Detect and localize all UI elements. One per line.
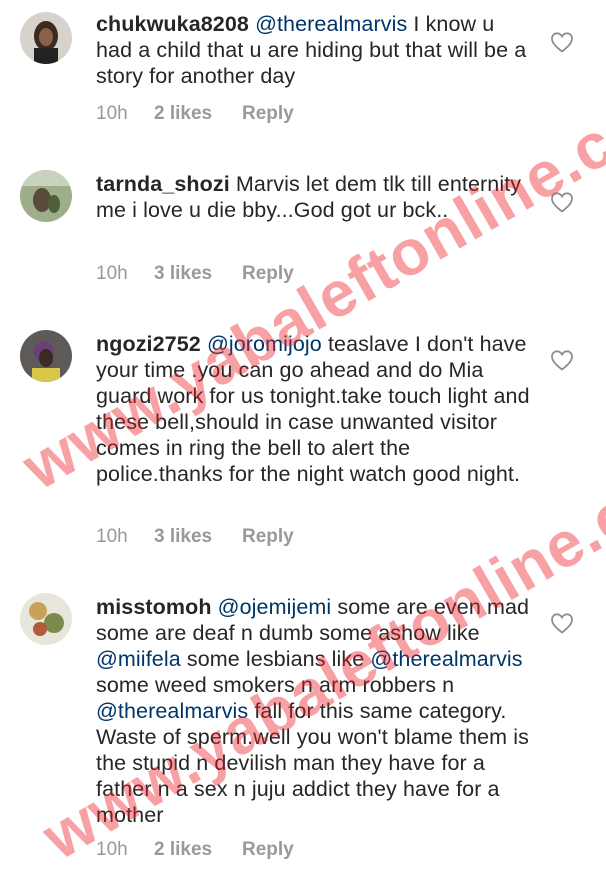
mention-link[interactable]: @miifela xyxy=(96,647,181,671)
heart-icon[interactable] xyxy=(550,31,574,53)
comment-body-text: some weed smokers n arm robbers n xyxy=(96,673,455,697)
likes-count[interactable]: 2 likes xyxy=(154,839,242,861)
comment-text: tarnda_shozi Marvis let dem tlk till ent… xyxy=(96,171,536,223)
comment-username[interactable]: misstomoh xyxy=(96,595,212,619)
mention-link[interactable]: @therealmarvis xyxy=(255,12,407,36)
comment-time: 10h xyxy=(96,263,128,284)
comment-time: 10h xyxy=(96,839,128,860)
avatar[interactable] xyxy=(20,330,72,382)
comment-username[interactable]: ngozi2752 xyxy=(96,332,201,356)
avatar[interactable] xyxy=(20,12,72,64)
avatar[interactable] xyxy=(20,593,72,645)
avatar[interactable] xyxy=(20,170,72,222)
comment-meta: 10h 3 likes Reply xyxy=(96,263,294,285)
reply-button[interactable]: Reply xyxy=(242,103,294,125)
likes-count[interactable]: 2 likes xyxy=(154,103,242,125)
mention-link[interactable]: @ojemijemi xyxy=(218,595,332,619)
heart-icon[interactable] xyxy=(550,612,574,634)
reply-button[interactable]: Reply xyxy=(242,526,294,548)
mention-link[interactable]: @therealmarvis xyxy=(370,647,522,671)
comment-meta: 10h 2 likes Reply xyxy=(96,103,294,125)
comment-username[interactable]: chukwuka8208 xyxy=(96,12,249,36)
mention-link[interactable]: @therealmarvis xyxy=(96,699,248,723)
comment-meta: 10h 3 likes Reply xyxy=(96,526,294,548)
comment-time: 10h xyxy=(96,526,128,547)
comment-username[interactable]: tarnda_shozi xyxy=(96,172,230,196)
reply-button[interactable]: Reply xyxy=(242,839,294,861)
comment-body-text: some lesbians like xyxy=(180,647,371,671)
comment-text: misstomoh @ojemijemi some are even mad s… xyxy=(96,594,536,828)
mention-link[interactable]: @joromijojo xyxy=(207,332,322,356)
comment-text: ngozi2752 @joromijojo teaslave I don't h… xyxy=(96,331,536,487)
likes-count[interactable]: 3 likes xyxy=(154,263,242,285)
reply-button[interactable]: Reply xyxy=(242,263,294,285)
comment-text: chukwuka8208 @therealmarvis I know u had… xyxy=(96,11,536,89)
comment-time: 10h xyxy=(96,103,128,124)
heart-icon[interactable] xyxy=(550,349,574,371)
comment-meta: 10h 2 likes Reply xyxy=(96,839,294,861)
comment-body: @ojemijemi some are even mad some are de… xyxy=(96,595,529,827)
likes-count[interactable]: 3 likes xyxy=(154,526,242,548)
heart-icon[interactable] xyxy=(550,191,574,213)
